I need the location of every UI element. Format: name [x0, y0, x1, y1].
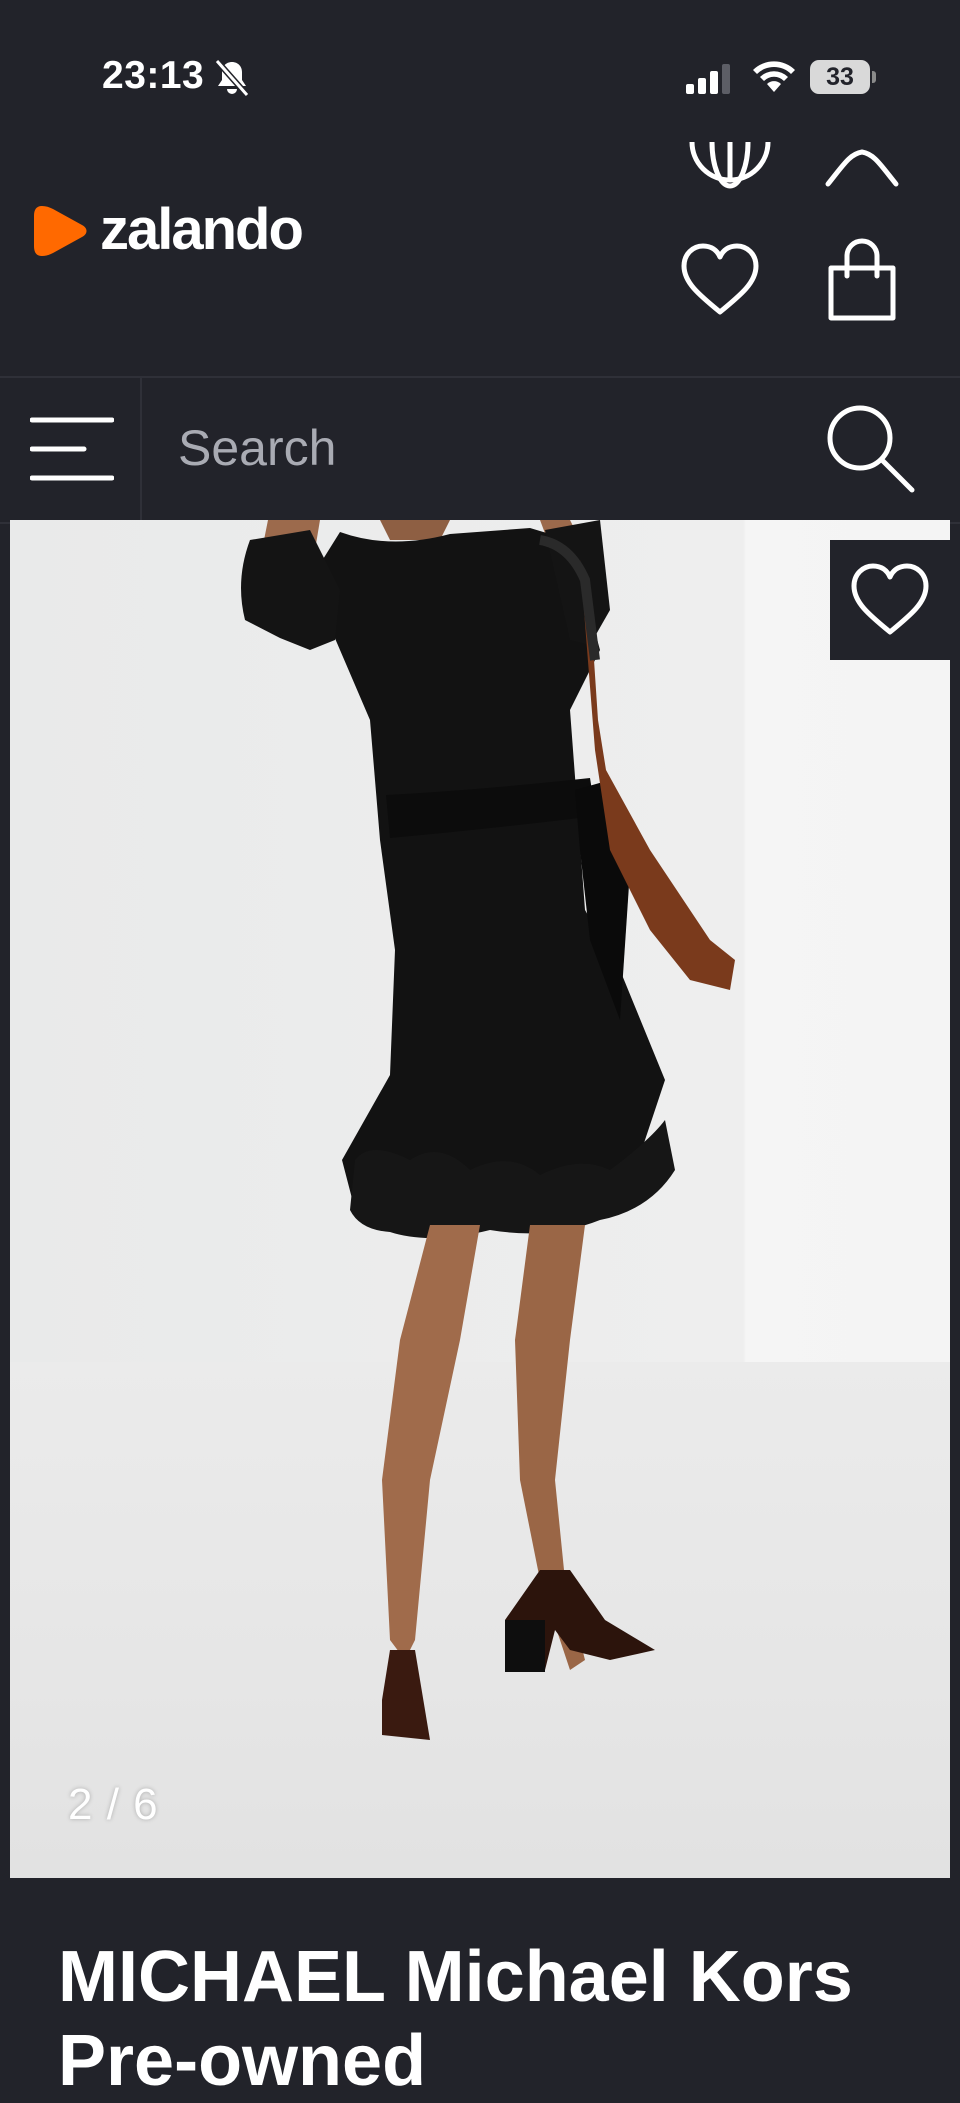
add-to-wishlist-button[interactable]	[830, 540, 950, 660]
bell-slash-icon	[214, 59, 250, 97]
zalando-logo-icon[interactable]	[32, 202, 90, 260]
chevron-up-icon[interactable]	[820, 138, 904, 194]
menu-button[interactable]	[0, 376, 142, 520]
status-time: 23:13	[102, 54, 205, 97]
globe-icon[interactable]	[688, 138, 772, 190]
shopping-bag-icon[interactable]	[820, 238, 904, 322]
heart-icon	[851, 563, 929, 635]
battery-level: 33	[810, 60, 870, 94]
image-counter: 2 / 6	[68, 1780, 159, 1829]
wifi-icon	[753, 61, 795, 92]
search-input[interactable]	[178, 412, 778, 484]
cellular-signal-icon	[686, 64, 730, 94]
product-title: MICHAEL Michael Kors Pre-owned	[58, 1937, 853, 2101]
battery-icon: 33	[810, 60, 876, 94]
product-photo-model	[241, 520, 735, 1740]
zalando-logo-text[interactable]: zalando	[100, 196, 304, 263]
heart-icon[interactable]	[678, 238, 762, 322]
menu-icon	[30, 417, 114, 481]
product-image[interactable]	[10, 520, 950, 1878]
search-icon[interactable]	[820, 398, 920, 498]
